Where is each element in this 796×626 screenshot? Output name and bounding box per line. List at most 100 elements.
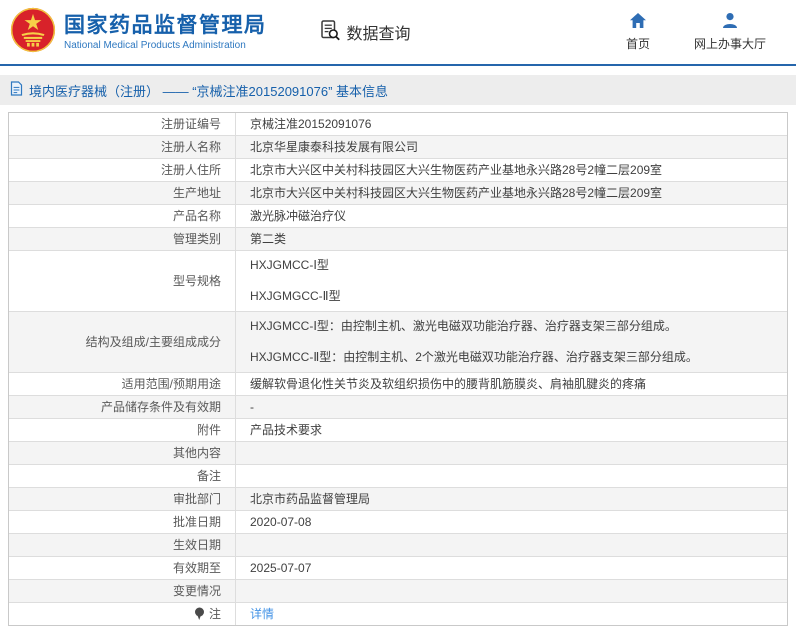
row-value: 2025-07-07 [236, 557, 787, 579]
row-label: 批准日期 [9, 511, 236, 533]
row-label: 注册人住所 [9, 159, 236, 181]
row-label: 结构及组成/主要组成成分 [9, 312, 236, 372]
table-row: 型号规格 HXJGMCC-Ⅰ型HXJGMGCC-Ⅱ型 [9, 251, 787, 312]
home-icon [629, 12, 647, 32]
row-value: 京械注准20152091076 [236, 113, 787, 135]
row-label: 生效日期 [9, 534, 236, 556]
row-value: 第二类 [236, 228, 787, 250]
row-label: 审批部门 [9, 488, 236, 510]
row-value-line: HXJGMGCC-Ⅱ型 [250, 289, 777, 304]
site-subtitle: National Medical Products Administration [64, 40, 267, 51]
row-value: 产品技术要求 [236, 419, 787, 441]
row-label: 变更情况 [9, 580, 236, 602]
site-title: 国家药品监督管理局 [64, 14, 267, 38]
row-label-text: 产品名称 [173, 209, 221, 224]
row-value: 北京市大兴区中关村科技园区大兴生物医药产业基地永兴路28号2幢二层209室 [236, 182, 787, 204]
document-search-icon [319, 19, 341, 46]
nav-service-hall[interactable]: 网上办事大厅 [694, 12, 766, 52]
page: 国家药品监督管理局 National Medical Products Admi… [0, 0, 796, 626]
row-label-text: 注 [209, 607, 221, 622]
row-label-text: 审批部门 [173, 492, 221, 507]
row-value: 北京市药品监督管理局 [236, 488, 787, 510]
row-value-line: 激光脉冲磁治疗仪 [250, 209, 777, 224]
row-value: 北京华星康泰科技发展有限公司 [236, 136, 787, 158]
row-label-text: 型号规格 [173, 274, 221, 289]
table-row: 附件产品技术要求 [9, 419, 787, 442]
row-value-line: 2020-07-08 [250, 515, 777, 530]
info-table: 注册证编号京械注准20152091076注册人名称北京华星康泰科技发展有限公司注… [8, 112, 788, 626]
row-label: 产品储存条件及有效期 [9, 396, 236, 418]
row-value [236, 534, 787, 556]
row-label: 注 [9, 603, 236, 625]
row-label-text: 适用范围/预期用途 [122, 377, 221, 392]
row-label: 其他内容 [9, 442, 236, 464]
row-label-text: 批准日期 [173, 515, 221, 530]
data-query-nav[interactable]: 数据查询 [319, 19, 411, 46]
row-label-text: 注册证编号 [161, 117, 221, 132]
row-value [236, 442, 787, 464]
row-label: 注册证编号 [9, 113, 236, 135]
nmpa-emblem-icon [10, 7, 56, 58]
table-row: 备注 [9, 465, 787, 488]
row-label-text: 变更情况 [173, 584, 221, 599]
row-value-line: 2025-07-07 [250, 561, 777, 576]
table-row: 结构及组成/主要组成成分 HXJGMCC-Ⅰ型：由控制主机、激光电磁双功能治疗器、… [9, 312, 787, 373]
row-value-line: HXJGMCC-Ⅰ型：由控制主机、激光电磁双功能治疗器、治疗器支架三部分组成。 [250, 319, 777, 334]
row-label: 产品名称 [9, 205, 236, 227]
row-label-text: 备注 [197, 469, 221, 484]
row-label-text: 有效期至 [173, 561, 221, 576]
row-label: 管理类别 [9, 228, 236, 250]
nav-home[interactable]: 首页 [626, 12, 650, 52]
table-row: 产品名称 激光脉冲磁治疗仪 [9, 205, 787, 228]
table-row: 注册证编号京械注准20152091076 [9, 113, 787, 136]
tip-icon [194, 607, 205, 621]
row-label-text: 生效日期 [173, 538, 221, 553]
table-row: 适用范围/预期用途 缓解软骨退化性关节炎及软组织损伤中的腰背肌筋膜炎、肩袖肌腱炎的… [9, 373, 787, 396]
row-label: 型号规格 [9, 251, 236, 311]
document-icon [10, 81, 23, 99]
table-row: 管理类别 第二类 [9, 228, 787, 251]
row-value-line: 缓解软骨退化性关节炎及软组织损伤中的腰背肌筋膜炎、肩袖肌腱炎的疼痛 [250, 377, 777, 392]
row-label-text: 生产地址 [173, 186, 221, 201]
row-label: 备注 [9, 465, 236, 487]
row-value-line: - [250, 400, 777, 415]
user-icon [721, 12, 739, 32]
row-value: HXJGMCC-Ⅰ型HXJGMGCC-Ⅱ型 [236, 251, 787, 311]
row-label: 适用范围/预期用途 [9, 373, 236, 395]
row-value-line: HXJGMCC-Ⅱ型：由控制主机、2个激光电磁双功能治疗器、治疗器支架三部分组成… [250, 350, 777, 365]
row-label: 注册人名称 [9, 136, 236, 158]
row-value: 北京市大兴区中关村科技园区大兴生物医药产业基地永兴路28号2幢二层209室 [236, 159, 787, 181]
table-row: 审批部门 北京市药品监督管理局 [9, 488, 787, 511]
table-row: 批准日期 2020-07-08 [9, 511, 787, 534]
row-value-line: 北京华星康泰科技发展有限公司 [250, 140, 777, 155]
breadcrumb: 境内医疗器械（注册） —— “京械注准20152091076” 基本信息 [0, 75, 796, 105]
row-label: 生产地址 [9, 182, 236, 204]
row-label-text: 产品储存条件及有效期 [101, 400, 221, 415]
row-label-text: 注册人名称 [161, 140, 221, 155]
row-value-line: 北京市药品监督管理局 [250, 492, 777, 507]
row-value: 激光脉冲磁治疗仪 [236, 205, 787, 227]
row-value-line: 第二类 [250, 232, 777, 247]
row-label-text: 结构及组成/主要组成成分 [86, 335, 221, 350]
row-value-line: 北京市大兴区中关村科技园区大兴生物医药产业基地永兴路28号2幢二层209室 [250, 163, 777, 178]
breadcrumb-text: 境内医疗器械（注册） —— “京械注准20152091076” 基本信息 [29, 81, 388, 100]
nav-service-hall-label: 网上办事大厅 [694, 35, 766, 52]
nav-home-label: 首页 [626, 35, 650, 52]
site-logo: 国家药品监督管理局 National Medical Products Admi… [10, 7, 267, 58]
row-label: 有效期至 [9, 557, 236, 579]
row-value: - [236, 396, 787, 418]
row-label-text: 管理类别 [173, 232, 221, 247]
header-nav: 首页 网上办事大厅 [626, 12, 766, 52]
row-value [236, 580, 787, 602]
table-row: 注 详情 [9, 603, 787, 625]
table-row: 其他内容 [9, 442, 787, 465]
row-value-line: 北京市大兴区中关村科技园区大兴生物医药产业基地永兴路28号2幢二层209室 [250, 186, 777, 201]
row-value-line: 产品技术要求 [250, 423, 777, 438]
table-row: 产品储存条件及有效期 - [9, 396, 787, 419]
row-value [236, 465, 787, 487]
details-link[interactable]: 详情 [250, 607, 274, 622]
table-row: 注册人住所北京市大兴区中关村科技园区大兴生物医药产业基地永兴路28号2幢二层20… [9, 159, 787, 182]
site-header: 国家药品监督管理局 National Medical Products Admi… [0, 0, 796, 66]
table-row: 有效期至 2025-07-07 [9, 557, 787, 580]
table-row: 生效日期 [9, 534, 787, 557]
